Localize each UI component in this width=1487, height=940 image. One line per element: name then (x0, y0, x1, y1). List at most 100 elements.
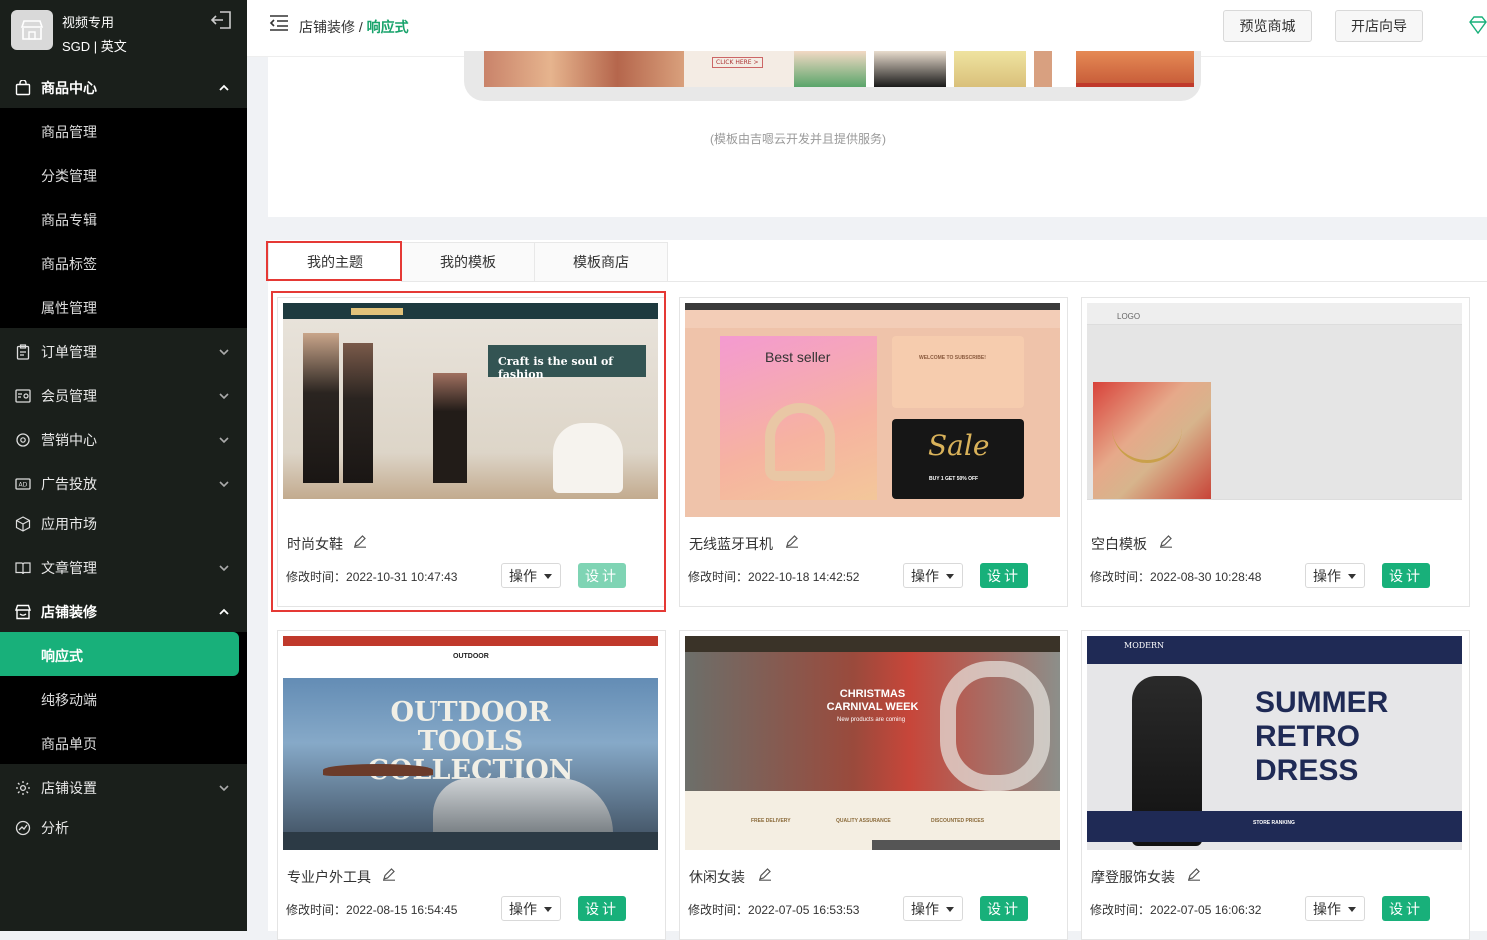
chevron-up-icon (219, 84, 229, 91)
chevron-down-icon (219, 349, 229, 356)
store-switcher[interactable]: 视频专用 SGD | 英文 (0, 0, 247, 66)
sidebar-group-articles[interactable]: 文章管理 (0, 548, 247, 588)
operations-label: 操作 (1313, 900, 1341, 917)
sidebar-item-product-page[interactable]: 商品单页 (41, 734, 97, 754)
modified-time-value: 2022-07-05 16:06:32 (1150, 903, 1262, 917)
modified-time-label: 修改时间： (688, 903, 749, 917)
operations-dropdown[interactable]: 操作 (1305, 896, 1365, 921)
modified-time-label: 修改时间： (688, 570, 749, 584)
modified-time-value: 2022-10-18 14:42:52 (748, 570, 860, 584)
caret-down-icon (1348, 907, 1356, 912)
sidebar-group-store-settings[interactable]: 店铺设置 (0, 768, 247, 808)
template-provider-note: (模板由吉嗯云开发并且提供服务) (710, 132, 886, 146)
logout-icon[interactable] (210, 10, 232, 35)
chevron-down-icon (219, 785, 229, 792)
store-guide-button[interactable]: 开店向导 (1335, 10, 1423, 42)
cube-icon (15, 516, 31, 532)
top-bar: 店铺装修 / 响应式 预览商城 开店向导 (247, 0, 1487, 57)
theme-name: 空白模板 (1091, 536, 1147, 552)
chevron-down-icon (219, 437, 229, 444)
store-logo (11, 10, 53, 50)
edit-pencil-icon[interactable] (1159, 534, 1173, 548)
sidebar-group-members[interactable]: 会员管理 (0, 376, 247, 416)
preview-store-button[interactable]: 预览商城 (1223, 10, 1312, 42)
sidebar-item-mobile-only[interactable]: 纯移动端 (41, 690, 97, 710)
sidebar-group-marketing[interactable]: 营销中心 (0, 420, 247, 460)
sidebar-item-product-management[interactable]: 商品管理 (41, 122, 97, 142)
theme-card[interactable]: Best seller WELCOME TO SUBSCRIBE! Sale B… (679, 297, 1068, 607)
modified-time: 修改时间：2022-08-15 16:54:45 (286, 901, 457, 918)
design-button[interactable]: 设计 (1382, 563, 1430, 588)
modified-time-value: 2022-07-05 16:53:53 (748, 903, 860, 917)
operations-label: 操作 (509, 900, 537, 917)
thumbnail-feature: FREE DELIVERY (751, 818, 791, 824)
modified-time: 修改时间：2022-07-05 16:06:32 (1090, 901, 1261, 918)
sidebar-group-label: 会员管理 (41, 388, 97, 404)
caret-down-icon (544, 907, 552, 912)
sidebar-group-orders[interactable]: 订单管理 (0, 332, 247, 372)
design-button[interactable]: 设计 (980, 563, 1028, 588)
chevron-down-icon (219, 481, 229, 488)
thumbnail-logo: MODERN (1124, 641, 1165, 650)
tab-my-templates[interactable]: 我的模板 (401, 242, 535, 282)
caret-down-icon (946, 574, 954, 579)
sidebar-item-attribute-management[interactable]: 属性管理 (41, 298, 97, 318)
theme-thumbnail[interactable]: MODERN SUMMER RETRO DRESS STORE RANKING (1087, 636, 1462, 850)
modified-time: 修改时间：2022-07-05 16:53:53 (688, 901, 859, 918)
edit-pencil-icon[interactable] (785, 534, 799, 548)
thumbnail-headline: CHRISTMAS CARNIVAL WEEK (826, 688, 919, 713)
operations-dropdown[interactable]: 操作 (903, 563, 963, 588)
sidebar-group-store-decoration[interactable]: 店铺装修 (0, 592, 247, 632)
modified-time-label: 修改时间： (286, 903, 347, 917)
theme-name: 休闲女装 (689, 869, 745, 885)
modified-time: 修改时间：2022-10-18 14:42:52 (688, 568, 859, 585)
modified-time-value: 2022-08-30 10:28:48 (1150, 570, 1262, 584)
chevron-up-icon (219, 608, 229, 615)
operations-label: 操作 (911, 900, 939, 917)
operations-dropdown[interactable]: 操作 (1305, 563, 1365, 588)
store-currency-language: SGD | 英文 (62, 39, 127, 54)
sidebar-item-product-tags[interactable]: 商品标签 (41, 254, 97, 274)
theme-card[interactable]: OUTDOOR OUTDOOR TOOLS COLLECTION 专业户外工具 … (277, 630, 666, 940)
theme-thumbnail[interactable]: Best seller WELCOME TO SUBSCRIBE! Sale B… (685, 303, 1060, 517)
thumbnail-sale: Sale (928, 429, 990, 462)
theme-thumbnail[interactable]: OUTDOOR OUTDOOR TOOLS COLLECTION (283, 636, 658, 850)
theme-card[interactable]: MODERN SUMMER RETRO DRESS STORE RANKING … (1081, 630, 1470, 940)
sidebar-group-analytics[interactable]: 分析 (0, 808, 247, 848)
sidebar-group-ads[interactable]: AD 广告投放 (0, 464, 247, 504)
highlight-box-tab (266, 241, 402, 281)
sidebar-item-product-albums[interactable]: 商品专辑 (41, 210, 97, 230)
edit-pencil-icon[interactable] (1187, 867, 1201, 881)
caret-down-icon (1348, 574, 1356, 579)
breadcrumb-parent[interactable]: 店铺装修 (299, 19, 355, 35)
gear-icon (16, 781, 30, 795)
diamond-icon[interactable] (1469, 16, 1487, 34)
book-icon (15, 562, 31, 575)
operations-dropdown[interactable]: 操作 (501, 896, 561, 921)
edit-pencil-icon[interactable] (382, 867, 396, 881)
theme-name: 摩登服饰女装 (1091, 869, 1175, 885)
sidebar-group-products[interactable]: 商品中心 (0, 68, 247, 108)
theme-card[interactable]: CHRISTMAS CARNIVAL WEEK New products are… (679, 630, 1068, 940)
theme-name: 无线蓝牙耳机 (689, 536, 773, 552)
sidebar-item-responsive[interactable]: 响应式 (0, 632, 239, 676)
design-button[interactable]: 设计 (980, 896, 1028, 921)
menu-collapse-icon[interactable] (269, 14, 289, 32)
sidebar-group-label: 营销中心 (41, 432, 97, 448)
shopping-bag-icon (15, 80, 31, 96)
theme-thumbnail[interactable]: LOGO (1087, 303, 1462, 517)
thumbnail-subtitle: New products are coming (837, 717, 906, 723)
sidebar-group-app-market[interactable]: 应用市场 (0, 504, 247, 544)
sidebar-item-category-management[interactable]: 分类管理 (41, 166, 97, 186)
operations-label: 操作 (1313, 567, 1341, 584)
design-button[interactable]: 设计 (578, 896, 626, 921)
tab-template-store[interactable]: 模板商店 (534, 242, 668, 282)
sidebar-group-label: 分析 (41, 820, 69, 836)
theme-card[interactable]: LOGO 空白模板 修改时间：2022-08-30 10:28:48 操作 设计 (1081, 297, 1470, 607)
edit-pencil-icon[interactable] (758, 867, 772, 881)
design-button[interactable]: 设计 (1382, 896, 1430, 921)
operations-dropdown[interactable]: 操作 (903, 896, 963, 921)
theme-thumbnail[interactable]: CHRISTMAS CARNIVAL WEEK New products are… (685, 636, 1060, 850)
thumbnail-feature: DISCOUNTED PRICES (931, 818, 985, 824)
thumbnail-logo: LOGO (1117, 312, 1141, 321)
